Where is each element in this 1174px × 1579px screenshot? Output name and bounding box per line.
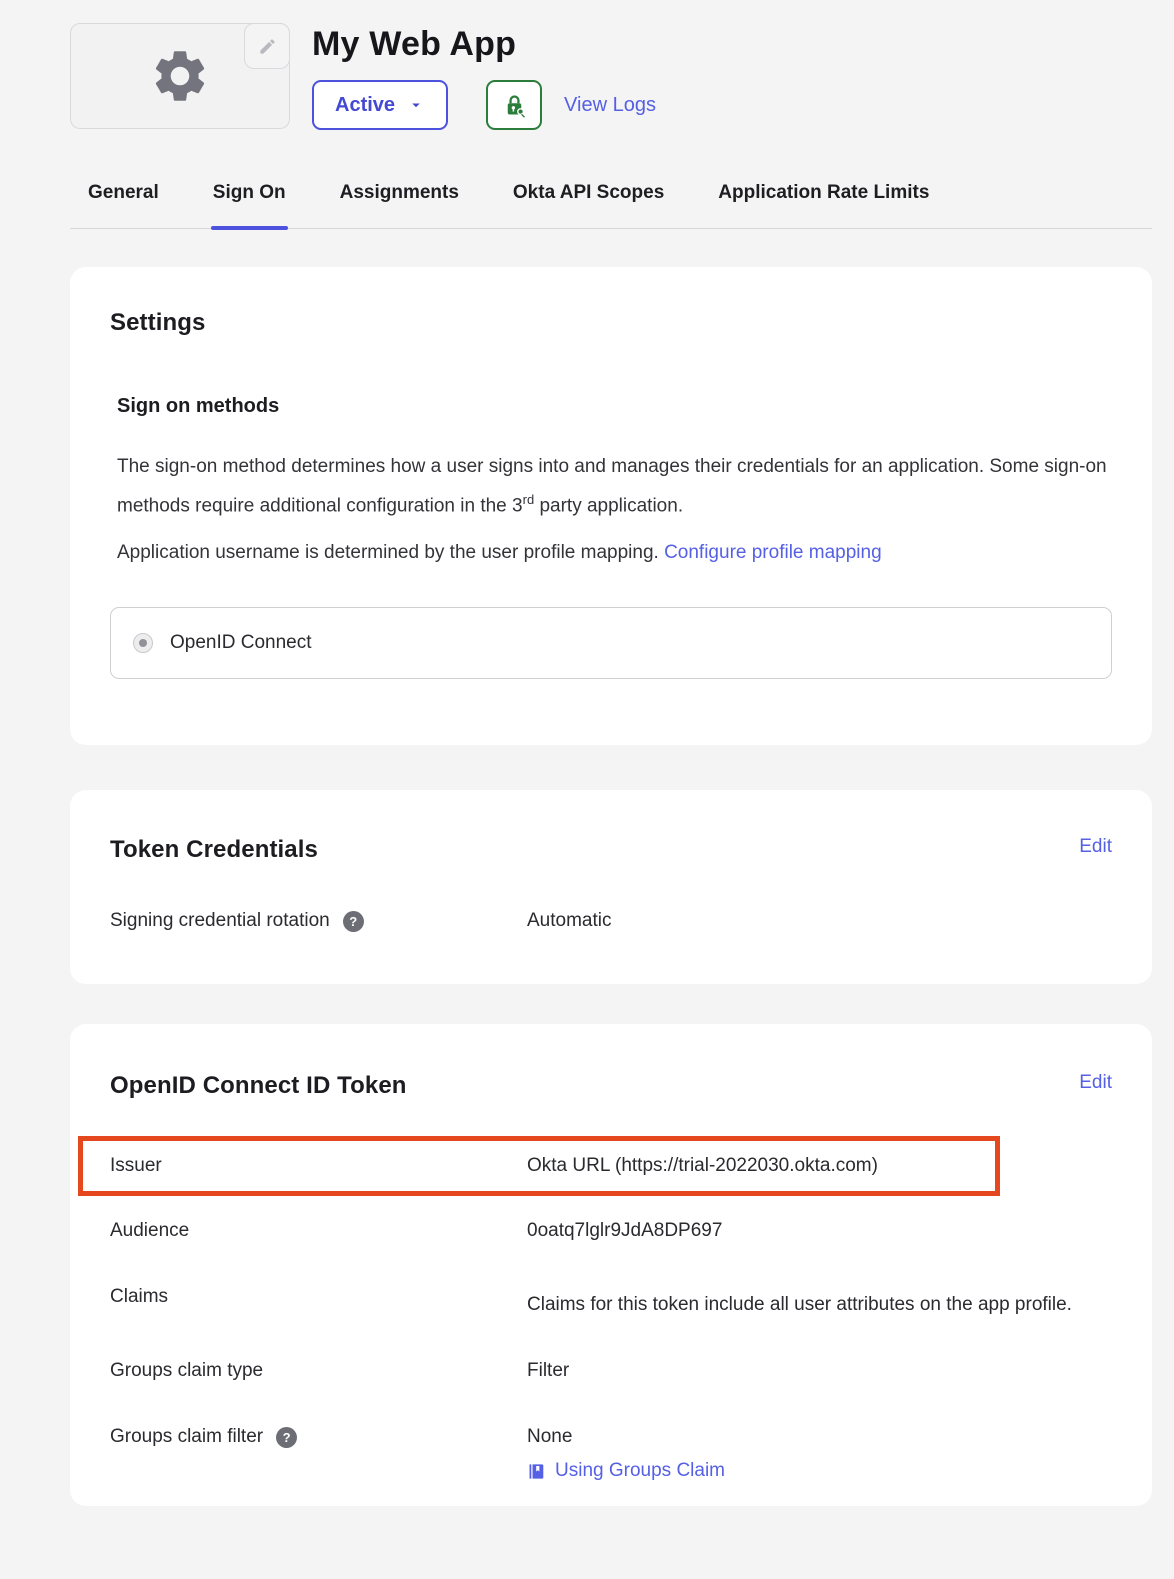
openid-connect-label: OpenID Connect (170, 632, 312, 654)
audience-row: Audience 0oatq7lglr9JdA8DP697 (110, 1220, 1112, 1242)
groups-claim-type-label: Groups claim type (110, 1360, 263, 1382)
groups-claim-type-value: Filter (527, 1360, 1112, 1382)
app-logo-tile (70, 23, 290, 129)
sign-on-methods-title: Sign on methods (117, 395, 1112, 418)
groups-claim-filter-value: None (527, 1426, 1112, 1448)
sso-lock-button[interactable] (486, 80, 542, 130)
book-icon (527, 1462, 546, 1481)
token-credentials-edit-link[interactable]: Edit (1079, 836, 1112, 858)
issuer-label: Issuer (110, 1155, 162, 1177)
gear-icon (149, 45, 211, 107)
lock-key-icon (501, 92, 528, 119)
claims-row: Claims Claims for this token include all… (110, 1286, 1112, 1324)
openid-connect-radio[interactable] (133, 633, 153, 653)
view-logs-link[interactable]: View Logs (564, 94, 656, 117)
question-mark-icon[interactable]: ? (276, 1427, 297, 1448)
username-mapping-description: Application username is determined by th… (117, 536, 1112, 569)
issuer-value: Okta URL (https://trial-2022030.okta.com… (527, 1155, 995, 1177)
chevron-down-icon (407, 96, 425, 114)
header-main: My Web App Active (312, 23, 656, 130)
settings-card: Settings Sign on methods The sign-on met… (70, 267, 1152, 745)
using-groups-claim-label: Using Groups Claim (555, 1460, 725, 1482)
issuer-row-annotation-box: Issuer Okta URL (https://trial-2022030.o… (78, 1136, 1000, 1196)
status-dropdown-button[interactable]: Active (312, 80, 448, 130)
tab-application-rate-limits[interactable]: Application Rate Limits (718, 182, 929, 228)
sign-on-method-option: OpenID Connect (110, 607, 1112, 679)
status-label: Active (335, 94, 395, 117)
claims-value: Claims for this token include all user a… (527, 1286, 1112, 1324)
app-header: My Web App Active (70, 23, 1174, 130)
page-title: My Web App (312, 25, 656, 64)
edit-logo-button[interactable] (244, 23, 290, 69)
token-credentials-card: Token Credentials Edit Signing credentia… (70, 790, 1152, 984)
oidc-id-token-edit-link[interactable]: Edit (1079, 1072, 1112, 1094)
groups-claim-type-row: Groups claim type Filter (110, 1360, 1112, 1382)
header-actions: Active View Logs (312, 80, 656, 130)
sign-on-methods-description: The sign-on method determines how a user… (117, 450, 1112, 522)
tab-bar: General Sign On Assignments Okta API Sco… (70, 182, 1152, 229)
pencil-icon (258, 37, 277, 56)
tab-assignments[interactable]: Assignments (340, 182, 459, 228)
oidc-id-token-title: OpenID Connect ID Token (110, 1072, 407, 1100)
using-groups-claim-link[interactable]: Using Groups Claim (527, 1460, 1112, 1482)
oidc-id-token-card: OpenID Connect ID Token Edit Issuer Okta… (70, 1024, 1152, 1506)
groups-claim-filter-label: Groups claim filter (110, 1426, 263, 1448)
configure-profile-mapping-link[interactable]: Configure profile mapping (664, 542, 882, 563)
token-credentials-title: Token Credentials (110, 836, 318, 864)
signing-credential-rotation-value: Automatic (527, 910, 1112, 932)
tab-general[interactable]: General (88, 182, 159, 228)
signing-credential-rotation-label: Signing credential rotation (110, 910, 330, 932)
question-mark-icon[interactable]: ? (343, 911, 364, 932)
audience-label: Audience (110, 1220, 189, 1242)
settings-card-title: Settings (110, 309, 1112, 337)
active-tab-underline (211, 226, 288, 230)
issuer-row: Issuer Okta URL (https://trial-2022030.o… (110, 1155, 995, 1177)
tab-okta-api-scopes[interactable]: Okta API Scopes (513, 182, 664, 228)
audience-value: 0oatq7lglr9JdA8DP697 (527, 1220, 1112, 1242)
tab-sign-on[interactable]: Sign On (213, 182, 286, 228)
claims-label: Claims (110, 1286, 168, 1308)
groups-claim-filter-row: Groups claim filter ? None Using Groups … (110, 1426, 1112, 1482)
signing-credential-rotation-row: Signing credential rotation ? Automatic (110, 910, 1112, 932)
